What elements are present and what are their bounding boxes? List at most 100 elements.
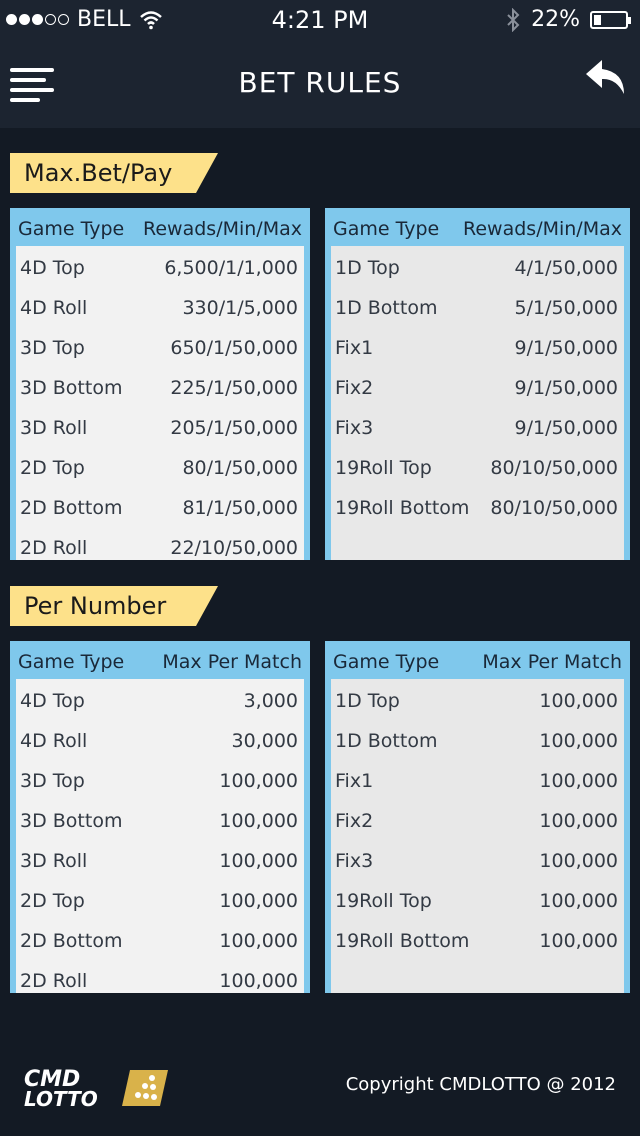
- max-bet-table-right: Game Type Rewads/Min/Max 1D Top 4/1/50,00…: [325, 208, 630, 560]
- row-game-type: 3D Roll: [20, 850, 88, 872]
- table-header: Game Type Max Per Match: [331, 641, 624, 679]
- header-bar: BET RULES: [0, 40, 640, 128]
- row-game-type: 3D Top: [20, 770, 85, 792]
- row-value: 100,000: [539, 730, 618, 752]
- row-value: 100,000: [219, 770, 298, 792]
- table-row: 1D Bottom 100,000: [335, 721, 622, 761]
- table-row: 3D Bottom 225/1/50,000: [20, 368, 302, 408]
- row-game-type: 1D Top: [335, 257, 400, 279]
- row-value: 100,000: [539, 890, 618, 912]
- table-body: 1D Top 4/1/50,000 1D Bottom 5/1/50,000 Fix…: [331, 246, 624, 560]
- table-body: 4D Top 3,000 4D Roll 30,000 3D Top 100,000 …: [16, 679, 304, 993]
- row-value: 100,000: [539, 850, 618, 872]
- row-value: 80/10/50,000: [490, 497, 618, 519]
- row-value: 650/1/50,000: [170, 337, 298, 359]
- row-value: 30,000: [231, 730, 298, 752]
- table-row: 1D Top 100,000: [335, 681, 622, 721]
- col-header-rewards: Rewads/Min/Max: [143, 218, 302, 240]
- col-header-max-per-match: Max Per Match: [482, 651, 622, 673]
- row-value: 80/10/50,000: [490, 457, 618, 479]
- cmd-lotto-logo: CMD LOTTO: [24, 1067, 168, 1110]
- table-row: 1D Top 4/1/50,000: [335, 248, 622, 288]
- table-row: Fix1 100,000: [335, 761, 622, 801]
- row-value: 100,000: [219, 930, 298, 952]
- row-value: 100,000: [539, 690, 618, 712]
- row-game-type: Fix3: [335, 850, 374, 872]
- row-game-type: Fix2: [335, 377, 374, 399]
- table-row: Fix2 9/1/50,000: [335, 368, 622, 408]
- table-header: Game Type Max Per Match: [16, 641, 304, 679]
- row-value: 9/1/50,000: [514, 377, 618, 399]
- table-body: 1D Top 100,000 1D Bottom 100,000 Fix1 100,0…: [331, 679, 624, 993]
- row-game-type: 4D Top: [20, 257, 85, 279]
- row-value: 205/1/50,000: [170, 417, 298, 439]
- row-value: 9/1/50,000: [514, 417, 618, 439]
- table-row: 2D Roll 22/10/50,000: [20, 528, 302, 568]
- row-value: 9/1/50,000: [514, 337, 618, 359]
- bluetooth-icon: [507, 7, 520, 32]
- row-game-type: 2D Roll: [20, 537, 88, 559]
- row-game-type: 2D Top: [20, 457, 85, 479]
- copyright-text: Copyright CMDLOTTO @ 2012: [345, 1074, 616, 1095]
- battery-percent: 22%: [531, 7, 580, 32]
- table-row: Fix2 100,000: [335, 801, 622, 841]
- table-row: 3D Roll 205/1/50,000: [20, 408, 302, 448]
- table-row: 2D Top 100,000: [20, 881, 302, 921]
- row-value: 5/1/50,000: [514, 297, 618, 319]
- row-value: 81/1/50,000: [182, 497, 298, 519]
- row-value: 100,000: [539, 810, 618, 832]
- battery-icon: [590, 10, 631, 29]
- table-row: 19Roll Top 100,000: [335, 881, 622, 921]
- row-value: 100,000: [219, 850, 298, 872]
- row-game-type: Fix1: [335, 337, 374, 359]
- row-value: 100,000: [219, 810, 298, 832]
- max-bet-table-left: Game Type Rewads/Min/Max 4D Top 6,500/1/1…: [10, 208, 310, 560]
- row-value: 100,000: [219, 890, 298, 912]
- row-game-type: Fix1: [335, 770, 374, 792]
- col-header-game-type: Game Type: [18, 651, 125, 673]
- table-row: Fix3 9/1/50,000: [335, 408, 622, 448]
- col-header-max-per-match: Max Per Match: [162, 651, 302, 673]
- col-header-game-type: Game Type: [18, 218, 125, 240]
- row-game-type: 2D Roll: [20, 970, 88, 992]
- table-header: Game Type Rewads/Min/Max: [16, 208, 304, 246]
- table-row: Fix3 100,000: [335, 841, 622, 881]
- col-header-game-type: Game Type: [333, 651, 440, 673]
- table-row: 19Roll Bottom 80/10/50,000: [335, 488, 622, 528]
- table-row: 2D Roll 100,000: [20, 961, 302, 1001]
- row-game-type: 4D Top: [20, 690, 85, 712]
- row-game-type: Fix3: [335, 417, 374, 439]
- table-row: 3D Top 650/1/50,000: [20, 328, 302, 368]
- table-row: 3D Top 100,000: [20, 761, 302, 801]
- row-value: 80/1/50,000: [182, 457, 298, 479]
- row-game-type: Fix2: [335, 810, 374, 832]
- row-game-type: 3D Roll: [20, 417, 88, 439]
- table-body: 4D Top 6,500/1/1,000 4D Roll 330/1/5,000 3…: [16, 246, 304, 560]
- table-row: Fix1 9/1/50,000: [335, 328, 622, 368]
- table-row: 4D Roll 330/1/5,000: [20, 288, 302, 328]
- row-value: 330/1/5,000: [182, 297, 298, 319]
- battery-fill: [594, 14, 601, 25]
- row-value: 22/10/50,000: [170, 537, 298, 559]
- status-bar: BELL 4:21 PM 22%: [0, 0, 640, 40]
- row-game-type: 19Roll Bottom: [335, 497, 470, 519]
- row-value: 3,000: [243, 690, 298, 712]
- table-row: 2D Bottom 100,000: [20, 921, 302, 961]
- col-header-rewards: Rewads/Min/Max: [463, 218, 622, 240]
- status-right: 22%: [505, 7, 631, 32]
- table-row: 4D Top 3,000: [20, 681, 302, 721]
- table-row: 2D Top 80/1/50,000: [20, 448, 302, 488]
- row-value: 100,000: [539, 930, 618, 952]
- reply-arrow-icon[interactable]: [584, 56, 628, 100]
- row-game-type: 4D Roll: [20, 297, 88, 319]
- table-row: 2D Bottom 81/1/50,000: [20, 488, 302, 528]
- row-game-type: 1D Top: [335, 690, 400, 712]
- row-game-type: 2D Top: [20, 890, 85, 912]
- table-header: Game Type Rewads/Min/Max: [331, 208, 624, 246]
- row-game-type: 19Roll Top: [335, 457, 432, 479]
- row-game-type: 2D Bottom: [20, 930, 123, 952]
- row-game-type: 1D Bottom: [335, 730, 438, 752]
- logo-line2: LOTTO: [24, 1087, 98, 1110]
- table-row: 1D Bottom 5/1/50,000: [335, 288, 622, 328]
- table-row: 19Roll Bottom 100,000: [335, 921, 622, 961]
